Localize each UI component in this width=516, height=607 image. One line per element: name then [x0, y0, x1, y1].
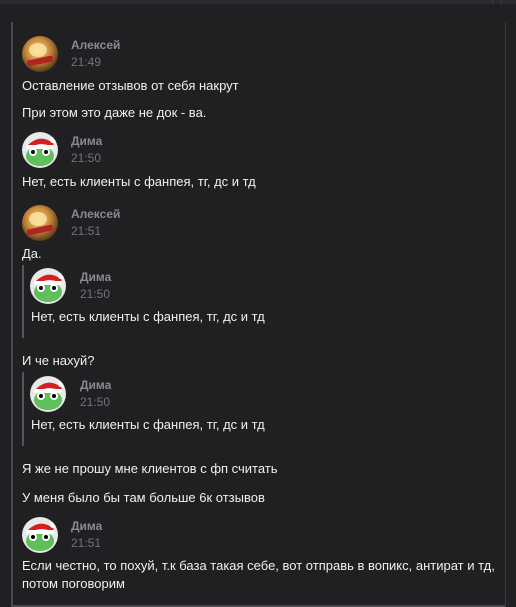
quote-text: Нет, есть клиенты с фанпея, тг, дс и тд: [31, 417, 265, 432]
dima-avatar[interactable]: [30, 268, 66, 304]
author-name[interactable]: Алексей: [71, 38, 120, 52]
timestamp: 21:51: [71, 224, 102, 238]
dima-avatar[interactable]: [22, 517, 58, 553]
message-text: Я же не прошу мне клиентов с фп считать: [22, 461, 278, 476]
quote-timestamp: 21:50: [80, 287, 111, 301]
author-name[interactable]: Алексей: [71, 207, 120, 221]
alexey-avatar[interactable]: [22, 205, 58, 241]
message-text: Да.: [22, 246, 42, 261]
message-text: Оставление отзывов от себя накрут: [22, 78, 239, 93]
author-name[interactable]: Дима: [71, 134, 102, 148]
quote-timestamp: 21:50: [80, 395, 111, 409]
author-name[interactable]: Дима: [71, 519, 102, 533]
quote-bar: [22, 265, 24, 338]
dima-avatar[interactable]: [22, 132, 58, 168]
quote-author[interactable]: Дима: [80, 378, 111, 392]
quote-author[interactable]: Дима: [80, 270, 111, 284]
message-text: Нет, есть клиенты с фанпея, тг, дс и тд: [22, 174, 256, 189]
window-control: [492, 0, 502, 5]
alexey-avatar[interactable]: [22, 36, 58, 72]
message-text: При этом это даже не док - ва.: [22, 105, 207, 120]
thread-right-border: [505, 22, 506, 607]
dima-avatar[interactable]: [30, 376, 66, 412]
message-text: И че нахуй?: [22, 353, 95, 368]
message-text: У меня было бы там больше 6к отзывов: [22, 490, 265, 505]
quote-bar: [22, 372, 24, 446]
top-divider: [0, 0, 516, 4]
quote-text: Нет, есть клиенты с фанпея, тг, дс и тд: [31, 309, 265, 324]
message-text: Если честно, то похуй, т.к база такая се…: [22, 558, 495, 591]
timestamp: 21:50: [71, 151, 102, 165]
timestamp: 21:49: [71, 55, 102, 69]
timestamp: 21:51: [71, 536, 102, 550]
